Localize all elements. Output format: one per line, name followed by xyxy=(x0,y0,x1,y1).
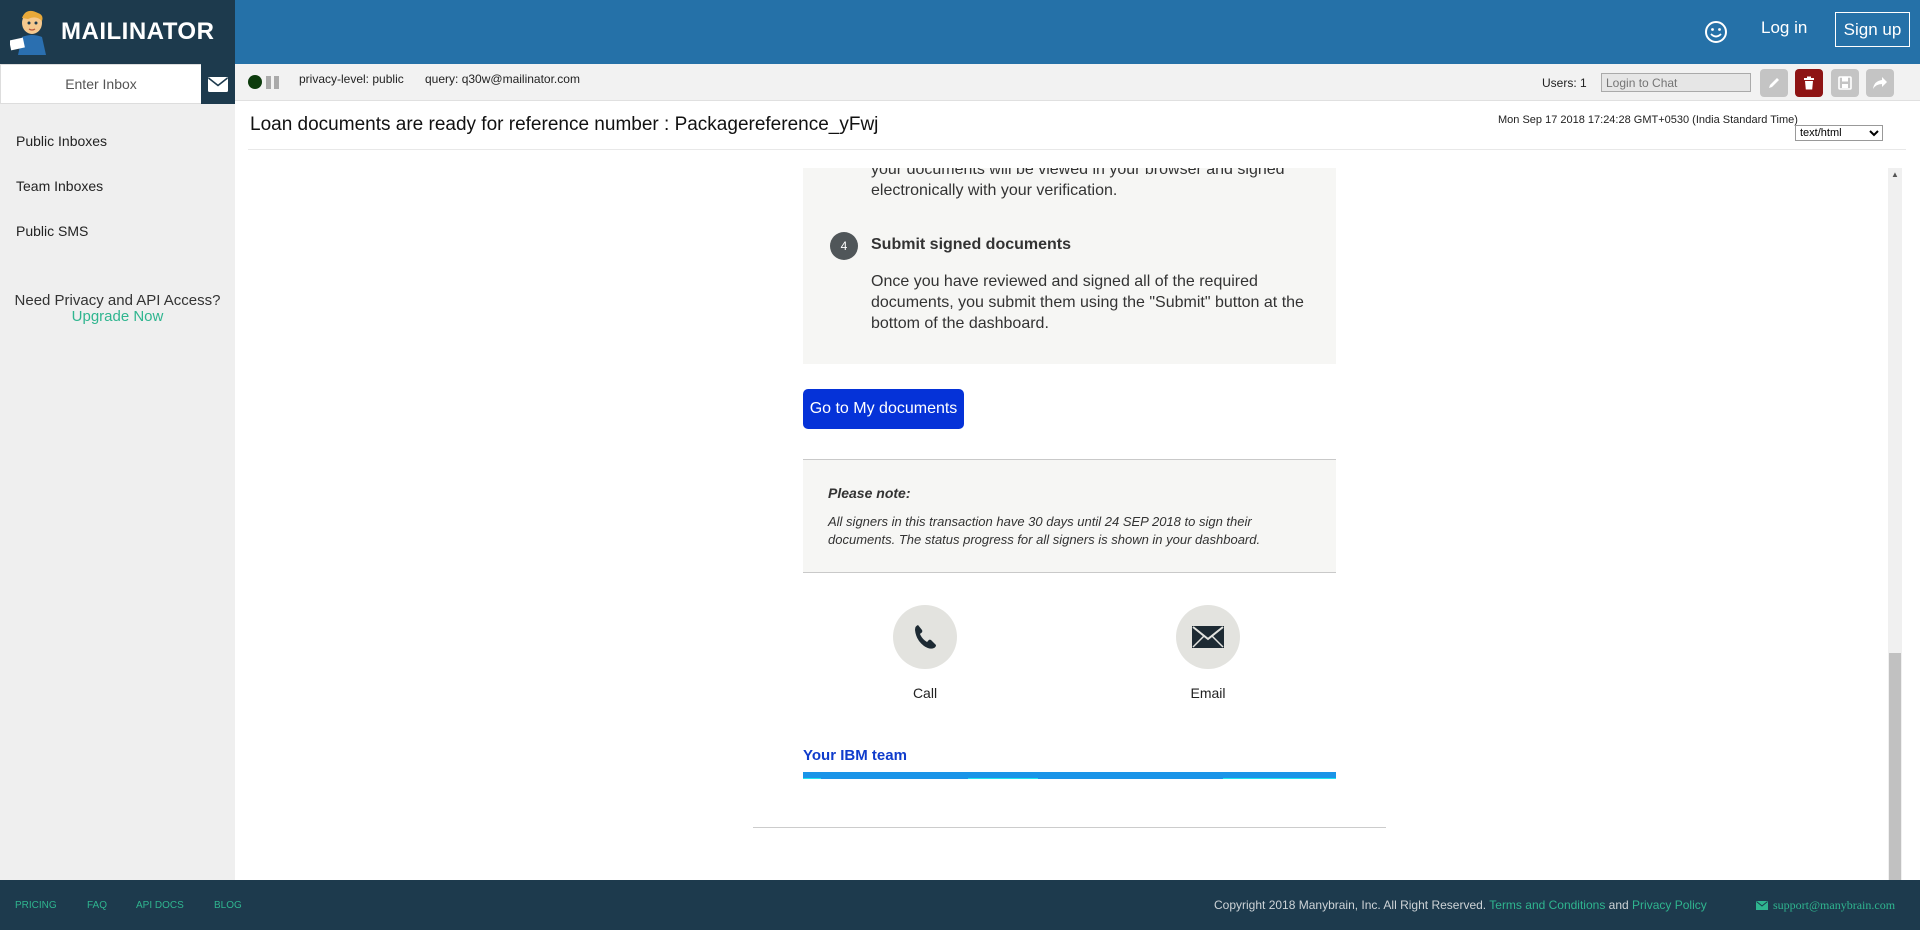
call-label: Call xyxy=(912,685,938,701)
footer-link-blog[interactable]: BLOG xyxy=(214,900,242,911)
logo[interactable]: MAILINATOR xyxy=(0,0,235,64)
brand-name: MAILINATOR xyxy=(61,18,215,45)
email-label: Email xyxy=(1190,685,1226,701)
steps-panel: your documents will be viewed in your br… xyxy=(803,168,1336,364)
phone-icon xyxy=(893,605,957,669)
query-value: q30w@mailinator.com xyxy=(461,72,580,86)
step-number-badge: 4 xyxy=(830,232,858,260)
inbox-search xyxy=(0,64,235,104)
privacy-level: privacy-level: public xyxy=(299,72,404,86)
divider xyxy=(753,827,1386,828)
team-signature: Your IBM team xyxy=(803,747,907,764)
step-4-title: Submit signed documents xyxy=(871,236,1072,253)
email-body: your documents will be viewed in your br… xyxy=(235,168,1887,880)
message-subject: Loan documents are ready for reference n… xyxy=(250,114,879,135)
side-nav: Public Inboxes Team Inboxes Public SMS xyxy=(16,124,107,259)
footer-link-api-docs[interactable]: API DOCS xyxy=(136,900,184,911)
users-count: Users: 1 xyxy=(1542,76,1587,90)
mail-icon xyxy=(1176,605,1240,669)
format-select[interactable]: text/html xyxy=(1795,125,1883,141)
sidebar: MAILINATOR Public Inboxes Team Inboxes P… xyxy=(0,0,235,880)
note-panel: Please note: All signers in this transac… xyxy=(803,459,1336,573)
mascot-icon xyxy=(9,9,50,55)
save-icon xyxy=(1838,76,1852,90)
scroll-up-icon[interactable]: ▲ xyxy=(1888,168,1902,182)
sidebar-item-team-inboxes[interactable]: Team Inboxes xyxy=(16,169,107,214)
privacy-label: privacy-level: xyxy=(299,72,370,86)
privacy-value: public xyxy=(372,72,404,86)
pause-icon[interactable] xyxy=(266,76,280,89)
copyright-text: Copyright 2018 Manybrain, Inc. All Right… xyxy=(1214,898,1487,912)
status-bar: privacy-level: public query: q30w@mailin… xyxy=(235,64,1920,101)
inbox-go-button[interactable] xyxy=(201,64,235,104)
copyright: Copyright 2018 Manybrain, Inc. All Right… xyxy=(1214,898,1707,912)
and-text: and xyxy=(1608,898,1629,912)
scrollbar-thumb[interactable] xyxy=(1889,653,1901,880)
terms-link[interactable]: Terms and Conditions xyxy=(1489,898,1605,912)
upgrade-link[interactable]: Upgrade Now xyxy=(0,309,235,325)
step-4-text: Once you have reviewed and signed all of… xyxy=(871,273,1304,332)
note-text: All signers in this transaction have 30 … xyxy=(828,514,1261,547)
scrollbar[interactable]: ▲ xyxy=(1888,168,1902,880)
sidebar-item-public-inboxes[interactable]: Public Inboxes xyxy=(16,124,107,169)
pencil-icon xyxy=(1769,78,1779,88)
query-label: query: xyxy=(425,72,459,86)
call-contact[interactable]: Call xyxy=(880,605,970,701)
header: Log in Sign up xyxy=(235,0,1920,64)
chat-input[interactable] xyxy=(1601,73,1751,92)
footer-link-pricing[interactable]: PRICING xyxy=(15,900,57,911)
query: query: q30w@mailinator.com xyxy=(425,72,580,86)
step-3-text: your documents will be viewed in your br… xyxy=(871,168,1285,199)
inbox-input[interactable] xyxy=(0,64,201,104)
envelope-icon xyxy=(1756,901,1768,910)
smiley-icon[interactable] xyxy=(1701,17,1731,47)
ibm-banner-image xyxy=(803,772,1336,779)
forward-button[interactable] xyxy=(1866,69,1894,97)
privacy-link[interactable]: Privacy Policy xyxy=(1632,898,1707,912)
share-arrow-icon xyxy=(1873,77,1887,89)
footer-link-faq[interactable]: FAQ xyxy=(87,900,107,911)
upgrade-promo: Need Privacy and API Access? Upgrade Now xyxy=(0,293,235,325)
login-link[interactable]: Log in xyxy=(1761,18,1807,38)
go-to-documents-button[interactable]: Go to My documents xyxy=(803,389,964,429)
support-email-link[interactable]: support@manybrain.com xyxy=(1756,898,1895,913)
sidebar-item-public-sms[interactable]: Public SMS xyxy=(16,214,107,259)
message-date: Mon Sep 17 2018 17:24:28 GMT+0530 (India… xyxy=(1498,114,1798,126)
email-contact[interactable]: Email xyxy=(1163,605,1253,701)
support-email: support@manybrain.com xyxy=(1773,898,1896,912)
connection-status-icon xyxy=(248,75,262,89)
note-title: Please note: xyxy=(828,485,911,501)
footer: PRICING FAQ API DOCS BLOG Copyright 2018… xyxy=(0,880,1920,930)
signup-button[interactable]: Sign up xyxy=(1835,12,1910,47)
divider xyxy=(248,149,1906,150)
upgrade-text: Need Privacy and API Access? xyxy=(14,292,221,309)
trash-icon xyxy=(1804,76,1814,90)
delete-button[interactable] xyxy=(1795,69,1823,97)
save-button[interactable] xyxy=(1831,69,1859,97)
edit-button[interactable] xyxy=(1760,69,1788,97)
envelope-icon xyxy=(208,76,228,92)
